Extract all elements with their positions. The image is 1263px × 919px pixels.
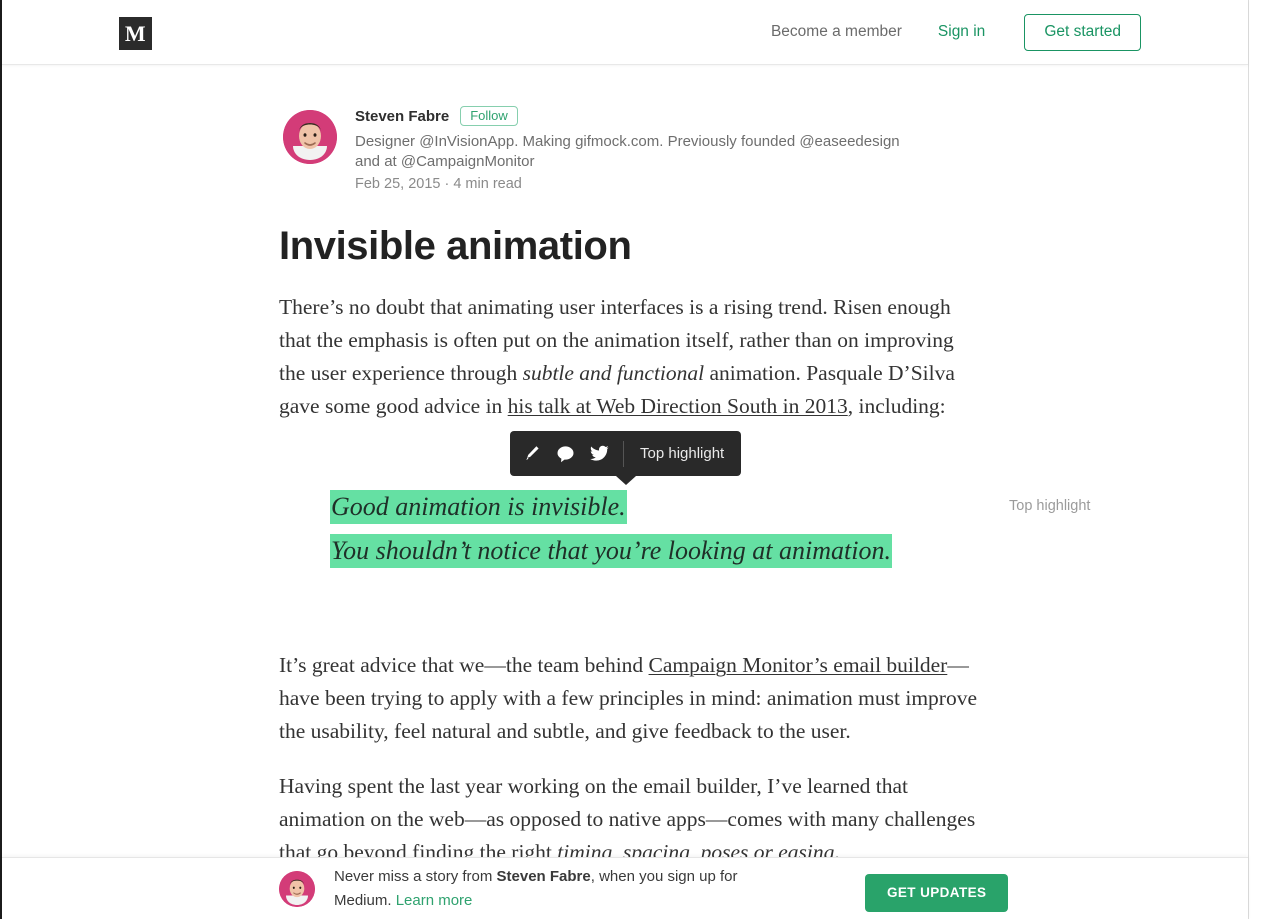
paragraph-1-text-c: , including:: [847, 393, 946, 418]
become-a-member-link[interactable]: Become a member: [771, 23, 902, 41]
toolbar-pointer: [615, 476, 636, 485]
window-left-edge: [0, 0, 2, 919]
campaign-monitor-email-builder-link[interactable]: Campaign Monitor’s email builder: [649, 653, 948, 677]
signup-author-name: Steven Fabre: [496, 868, 591, 885]
page-scrollbar[interactable]: [1248, 0, 1263, 919]
sign-in-link[interactable]: Sign in: [938, 23, 985, 41]
highlight-toolbar: Top highlight: [510, 431, 742, 485]
top-highlight-margin-note: Top highlight: [1009, 498, 1091, 514]
paragraph-2-text-a: It’s great advice that we—the team behin…: [279, 652, 649, 677]
quote-line-2-text: You shouldn’t notice that you’re looking…: [330, 534, 892, 568]
article-paragraph-1: There’s no doubt that animating user int…: [279, 291, 981, 423]
signup-content: Never miss a story from Steven Fabre, wh…: [279, 858, 794, 919]
highlighter-icon[interactable]: [514, 431, 548, 476]
author-avatar[interactable]: [283, 110, 337, 164]
web-direction-south-link[interactable]: his talk at Web Direction South in 2013: [508, 394, 848, 418]
follow-button[interactable]: Follow: [460, 106, 518, 126]
article-paragraph-2: It’s great advice that we—the team behin…: [279, 649, 981, 748]
comment-icon[interactable]: [548, 431, 582, 476]
signup-avatar: [279, 871, 315, 907]
signup-message: Never miss a story from Steven Fabre, wh…: [334, 865, 794, 913]
header-nav: Become a member Sign in Get started: [771, 0, 1141, 65]
quote-line-1[interactable]: Good animation is invisible.: [330, 490, 1030, 524]
article-title: Invisible animation: [279, 224, 632, 268]
article-paragraph-3: Having spent the last year working on th…: [279, 770, 981, 869]
learn-more-link[interactable]: Learn more: [396, 892, 473, 909]
author-name[interactable]: Steven Fabre: [355, 108, 449, 125]
twitter-icon[interactable]: [582, 431, 616, 476]
author-bio: Designer @InVisionApp. Making gifmock.co…: [355, 133, 900, 170]
publish-meta: Feb 25, 2015 · 4 min read: [355, 176, 522, 192]
get-updates-button[interactable]: GET UPDATES: [865, 874, 1009, 912]
site-header: M Become a member Sign in Get started: [2, 0, 1248, 65]
quote-line-2[interactable]: You shouldn’t notice that you’re looking…: [330, 534, 1030, 568]
medium-logo-icon[interactable]: M: [119, 17, 152, 50]
medium-article-page: M Become a member Sign in Get started St…: [0, 0, 1263, 919]
byline: Steven Fabre Follow Designer @InVisionAp…: [279, 65, 981, 192]
quote-line-1-text: Good animation is invisible.: [330, 490, 627, 524]
get-started-button[interactable]: Get started: [1024, 14, 1141, 51]
byline-top-row: Steven Fabre Follow: [355, 105, 981, 127]
signup-text-before: Never miss a story from: [334, 868, 497, 885]
signup-bar: Never miss a story from Steven Fabre, wh…: [2, 857, 1248, 919]
top-highlight-toolbar-label[interactable]: Top highlight: [624, 445, 741, 462]
highlighted-blockquote: Good animation is invisible. You shouldn…: [330, 490, 1030, 568]
paragraph-1-emphasis: subtle and functional: [522, 360, 705, 385]
